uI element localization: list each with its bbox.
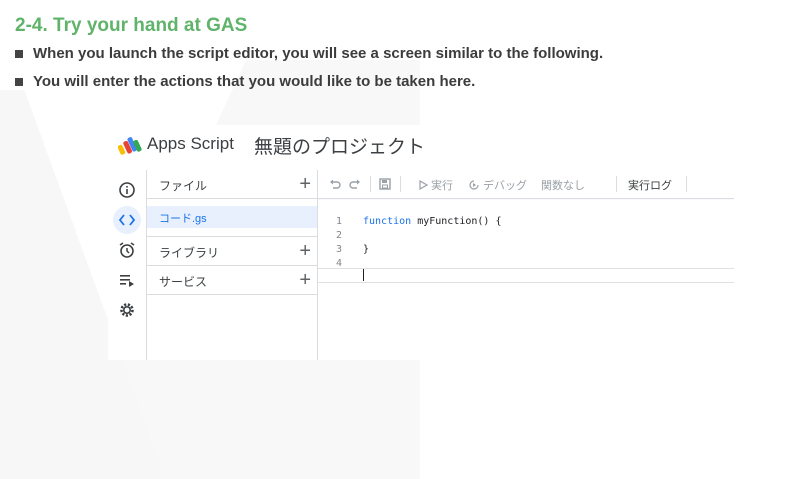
libraries-section: ライブラリ + xyxy=(147,236,317,266)
settings-button[interactable] xyxy=(113,296,141,324)
libraries-label: ライブラリ xyxy=(159,246,220,260)
code-icon xyxy=(118,214,136,226)
current-line-highlight xyxy=(318,268,734,283)
code-keyword: function xyxy=(363,216,412,227)
toolbar-divider xyxy=(686,176,687,192)
text-cursor xyxy=(363,269,364,281)
execution-log-button[interactable]: 実行ログ xyxy=(628,177,672,193)
gear-icon xyxy=(120,303,134,317)
toolbar-divider xyxy=(370,176,371,192)
editor-button[interactable] xyxy=(113,206,141,234)
alarm-icon xyxy=(119,242,135,258)
toolbar-divider xyxy=(616,176,617,192)
redo-icon[interactable] xyxy=(348,177,362,191)
code-line: } xyxy=(363,244,370,255)
line-number: 1 xyxy=(336,216,343,227)
run-button[interactable]: 実行 xyxy=(418,177,453,193)
apps-script-logo xyxy=(118,137,142,155)
file-item[interactable]: コード.gs xyxy=(147,206,317,228)
bullet-marker xyxy=(15,49,23,58)
function-select[interactable]: 関数なし xyxy=(541,177,585,193)
line-number: 3 xyxy=(336,244,343,255)
services-section: サービス + xyxy=(147,266,317,295)
files-label: ファイル xyxy=(159,179,208,193)
executions-button[interactable] xyxy=(113,266,141,294)
bullet-text: You will enter the actions that you woul… xyxy=(33,73,476,90)
info-icon xyxy=(119,182,135,198)
run-label: 実行 xyxy=(431,180,453,192)
overview-button[interactable] xyxy=(113,176,141,204)
undo-icon[interactable] xyxy=(328,177,342,191)
line-number: 2 xyxy=(336,230,343,241)
add-file-icon[interactable]: + xyxy=(299,174,311,194)
files-header: ファイル + xyxy=(147,170,317,199)
add-service-icon[interactable]: + xyxy=(299,270,311,290)
slide-title: 2-4. Try your hand at GAS xyxy=(15,15,248,36)
apps-script-screenshot: Apps Script 無題のプロジェクト ファイル + コード.gs ライブラ… xyxy=(108,125,734,360)
code-editor: 実行 デバッグ 関数なし 実行ログ 1 2 3 4 function myFun… xyxy=(318,170,734,360)
project-name[interactable]: 無題のプロジェクト xyxy=(254,132,425,159)
services-label: サービス xyxy=(159,275,208,289)
function-select-value: 関数なし xyxy=(541,180,585,192)
files-panel: ファイル + コード.gs ライブラリ + サービス + xyxy=(147,170,318,360)
app-name: Apps Script xyxy=(147,134,234,153)
code-line: function myFunction() { xyxy=(363,216,501,227)
header-bar: Apps Script 無題のプロジェクト xyxy=(108,125,734,167)
save-icon[interactable] xyxy=(378,177,392,191)
left-rail xyxy=(108,170,147,360)
debug-button[interactable]: デバッグ xyxy=(468,177,527,193)
debug-label: デバッグ xyxy=(483,180,527,192)
toolbar-divider xyxy=(400,176,401,192)
code-signature: myFunction() { xyxy=(411,216,502,227)
play-icon xyxy=(419,180,428,190)
code-area[interactable]: 1 2 3 4 function myFunction() { } xyxy=(318,200,734,360)
editor-toolbar: 実行 デバッグ 関数なし 実行ログ xyxy=(318,170,734,199)
bullet-item: You will enter the actions that you woul… xyxy=(15,73,475,90)
add-library-icon[interactable]: + xyxy=(299,241,311,261)
triggers-button[interactable] xyxy=(113,236,141,264)
playlist-icon xyxy=(120,275,134,287)
debug-icon xyxy=(469,180,479,190)
bullet-marker xyxy=(15,77,23,86)
execution-log-label: 実行ログ xyxy=(628,180,672,192)
file-name: コード.gs xyxy=(159,213,207,225)
bullet-text: When you launch the script editor, you w… xyxy=(33,45,604,62)
bullet-item: When you launch the script editor, you w… xyxy=(15,45,603,62)
